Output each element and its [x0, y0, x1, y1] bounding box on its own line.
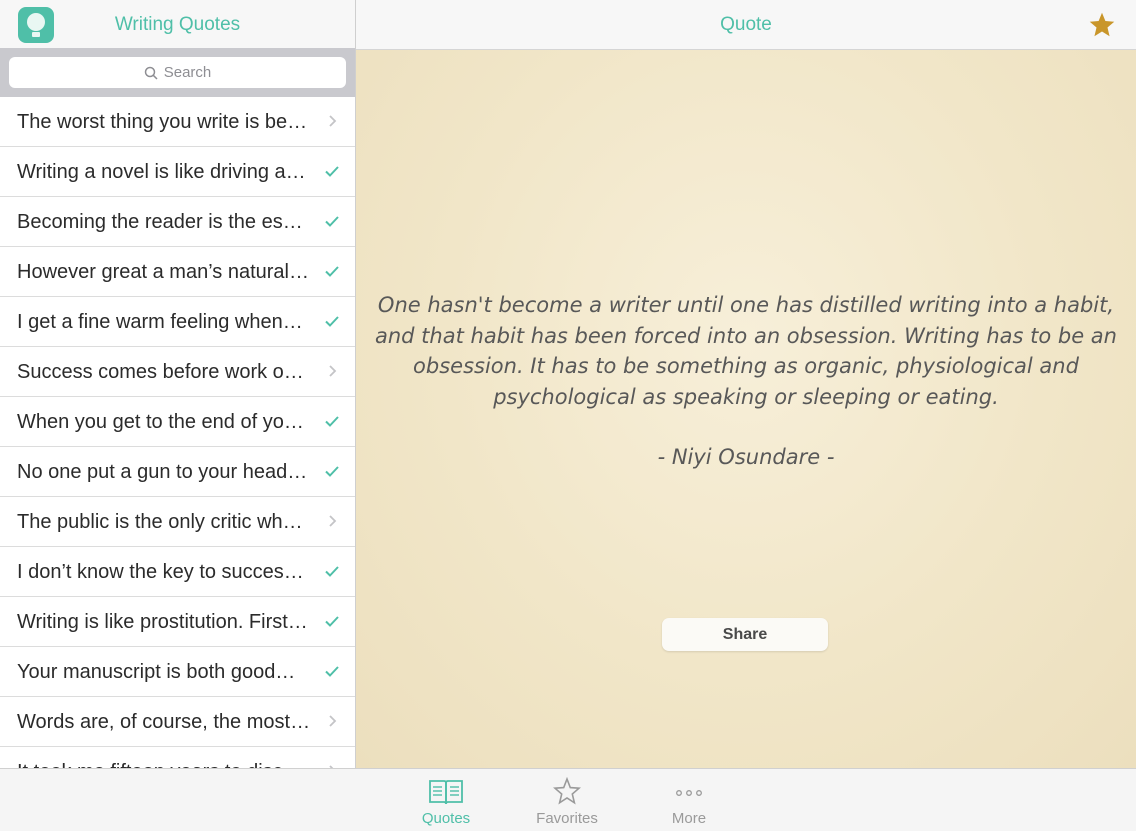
list-item[interactable]: Your manuscript is both good…: [0, 647, 355, 697]
detail-header: Quote: [356, 0, 1136, 50]
tab-more[interactable]: More: [644, 769, 734, 831]
checkmark-icon: [325, 566, 339, 577]
sidebar-header: Writing Quotes: [0, 0, 355, 48]
chevron-right-icon: [329, 365, 337, 377]
chevron-right-icon: [329, 715, 337, 727]
search-icon: [144, 66, 158, 80]
search-input[interactable]: Search: [9, 57, 346, 88]
list-item[interactable]: The worst thing you write is bet…: [0, 97, 355, 147]
star-icon: [553, 777, 581, 805]
list-item[interactable]: I don’t know the key to succes…: [0, 547, 355, 597]
checkmark-icon: [325, 616, 339, 627]
list-item[interactable]: No one put a gun to your head…: [0, 447, 355, 497]
list-item-label: Words are, of course, the most…: [17, 711, 311, 733]
checkmark-icon: [325, 216, 339, 227]
checkmark-icon: [325, 266, 339, 277]
list-item[interactable]: Success comes before work o…: [0, 347, 355, 397]
book-icon: [429, 780, 463, 805]
quote-list: The worst thing you write is bet… Writing…: [0, 97, 355, 768]
list-item-label: It took me fifteen years to discover…: [17, 761, 312, 768]
list-item-label: However great a man’s natural…: [17, 261, 309, 283]
list-item-label: Writing a novel is like driving a…: [17, 161, 306, 183]
quote-author: - Niyi Osundare -: [657, 445, 835, 469]
list-item[interactable]: Writing a novel is like driving a…: [0, 147, 355, 197]
checkmark-icon: [325, 466, 339, 477]
list-item-label: The public is the only critic wh…: [17, 511, 303, 533]
quote-paper: One hasn't become a writer until one has…: [356, 50, 1136, 768]
list-item-label: I get a fine warm feeling when…: [17, 311, 303, 333]
list-item-label: I don’t know the key to succes…: [17, 561, 304, 583]
quote-detail: Quote One hasn't become a writer until o…: [356, 0, 1136, 768]
page-title: Quote: [720, 14, 772, 35]
quote-text: One hasn't become a writer until one has…: [375, 293, 1117, 409]
list-item[interactable]: However great a man’s natural…: [0, 247, 355, 297]
search-placeholder: Search: [163, 64, 212, 81]
list-item-label: Your manuscript is both good…: [17, 661, 296, 683]
checkmark-icon: [325, 166, 339, 177]
list-item[interactable]: When you get to the end of yo…: [0, 397, 355, 447]
tab-label: More: [671, 810, 707, 827]
list-item-label: Success comes before work o…: [17, 361, 304, 383]
sidebar: Writing Quotes Search The worst thing yo…: [0, 0, 356, 768]
list-item[interactable]: Writing is like prostitution. First…: [0, 597, 355, 647]
list-item[interactable]: I get a fine warm feeling when…: [0, 297, 355, 347]
list-item[interactable]: It took me fifteen years to discover…: [0, 747, 355, 768]
chevron-right-icon: [329, 515, 337, 527]
list-item-label: When you get to the end of yo…: [17, 411, 304, 433]
checkmark-icon: [325, 666, 339, 677]
star-filled-icon[interactable]: [1088, 11, 1116, 39]
list-item[interactable]: Becoming the reader is the es…: [0, 197, 355, 247]
tab-label: Quotes: [421, 810, 471, 827]
search-bar: Search: [0, 48, 355, 97]
tab-label: Favorites: [536, 810, 598, 827]
tab-bar: Quotes Favorites More: [0, 768, 1136, 831]
list-item[interactable]: Words are, of course, the most…: [0, 697, 355, 747]
list-item-label: The worst thing you write is bet…: [17, 111, 312, 133]
list-item-label: No one put a gun to your head…: [17, 461, 308, 483]
chevron-right-icon: [329, 115, 337, 127]
tab-quotes[interactable]: Quotes: [401, 769, 491, 831]
more-icon: [676, 790, 702, 796]
list-item[interactable]: The public is the only critic wh…: [0, 497, 355, 547]
sidebar-title: Writing Quotes: [114, 14, 241, 35]
share-button[interactable]: Share: [662, 618, 828, 651]
tab-favorites[interactable]: Favorites: [522, 769, 612, 831]
list-item-label: Writing is like prostitution. First…: [17, 611, 308, 633]
checkmark-icon: [325, 416, 339, 427]
list-item-label: Becoming the reader is the es…: [17, 211, 303, 233]
checkmark-icon: [325, 316, 339, 327]
